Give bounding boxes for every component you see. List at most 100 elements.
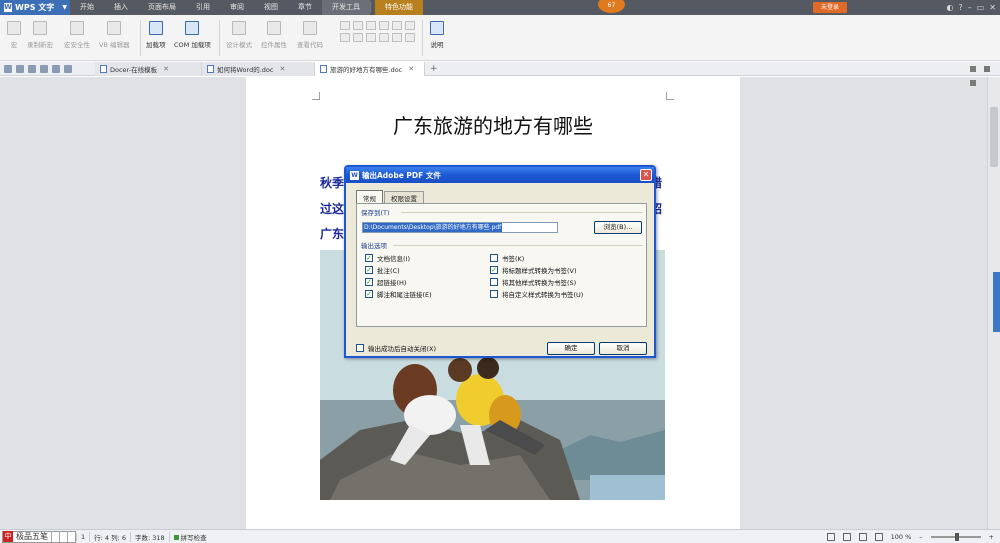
close-tab-icon[interactable]: ✕ [279,65,285,73]
label-control-icon[interactable] [379,33,389,42]
zoom-slider[interactable] [930,532,981,541]
document-tab-bar: Docer-在线模板 ✕ 如何将Word的.doc ✕ 旅游的好地方有哪些.do… [0,61,1000,76]
undo-icon[interactable] [52,64,60,73]
heading-bookmarks-checkbox[interactable]: ✓ 将标题样式转换为书签(V) [490,265,577,275]
ok-button[interactable]: 确定 [547,342,595,355]
close-icon[interactable]: ✕ [989,3,996,12]
doc-info-checkbox[interactable]: ✓ 文档信息(I) [365,253,410,263]
tab-word-doc[interactable]: 如何将Word的.doc ✕ [202,61,315,76]
record-icon [33,21,47,35]
auto-close-checkbox[interactable]: 输出成功后自动关闭(X) [356,343,436,353]
list-control-icon[interactable] [340,33,350,42]
scroll-control-icon[interactable] [392,33,402,42]
zoom-in-icon[interactable]: + [989,533,994,541]
minimize-icon[interactable]: – [968,3,972,12]
ime-name: 极品五笔 [16,532,48,541]
outline-view-icon[interactable] [858,532,867,541]
panel-toggle-icon[interactable] [970,66,976,72]
help-doc-button[interactable]: 说明 [430,21,444,49]
view-code-button[interactable]: 查看代码 [297,21,323,49]
web-view-icon[interactable] [874,532,883,541]
save-path-text: D:\Documents\Desktop\旅游的好地方有哪些.pdf [363,223,503,232]
menu-item-home[interactable]: 开始 [70,0,104,15]
browse-button[interactable]: 浏览(B)... [594,221,642,234]
skin-icon[interactable]: ◐ [947,3,954,12]
close-tab-icon[interactable]: ✕ [163,65,169,73]
menu-item-special[interactable]: 特色功能 [375,0,423,15]
addins-button[interactable]: 加载项 [146,21,166,49]
zoom-out-icon[interactable]: – [919,533,922,541]
control-properties-button[interactable]: 控件属性 [261,21,287,49]
dialog-close-button[interactable]: ✕ [640,169,652,181]
maximize-icon[interactable]: ▭ [977,3,985,12]
word-count[interactable]: 字数: 318 [130,531,169,542]
close-tab-icon[interactable]: ✕ [408,65,414,73]
menu-item-insert[interactable]: 插入 [104,0,138,15]
hyperlinks-checkbox[interactable]: ✓ 超链接(H) [365,277,406,287]
menu-item-review[interactable]: 审阅 [220,0,254,15]
menu-item-page-layout[interactable]: 页面布局 [138,0,186,15]
com-gear-icon [185,21,200,35]
dialog-panel: 保存到(T) D:\Documents\Desktop\旅游的好地方有哪些.pd… [356,203,647,327]
footnote-links-checkbox[interactable]: ✓ 脚注和尾注链接(E) [365,289,432,299]
vb-editor-button[interactable]: VB 编辑器 [99,21,129,49]
zoom-level[interactable]: 100 % [891,533,912,541]
record-macro-button[interactable]: 录制新宏 [27,21,53,49]
design-mode-button[interactable]: 设计模式 [226,21,252,49]
scrollbar-thumb[interactable] [990,107,998,167]
zoom-slider-handle[interactable] [954,532,959,541]
page-view-icon[interactable] [842,532,851,541]
com-addins-button[interactable]: COM 加载项 [174,21,211,49]
image-control-icon[interactable] [392,21,402,30]
redo-icon[interactable] [64,64,72,73]
spell-check-toggle[interactable]: 拼写检查 [168,531,211,542]
tab-travel-doc[interactable]: 旅游的好地方有哪些.doc ✕ [315,61,425,76]
radio-control-icon[interactable] [379,21,389,30]
cancel-button[interactable]: 取消 [599,342,647,355]
ime-keyboard-icon[interactable] [67,531,75,542]
comments-checkbox[interactable]: ✓ 批注(C) [365,265,400,275]
side-panel-buttons [970,66,976,86]
level-badge[interactable]: 67 [598,0,625,13]
menu-item-references[interactable]: 引用 [186,0,220,15]
more-controls-icon[interactable] [405,33,415,42]
combo-control-icon[interactable] [353,33,363,42]
tab-docer[interactable]: Docer-在线模板 ✕ [95,61,202,76]
new-tab-icon[interactable]: + [430,64,438,74]
panel-restore-icon[interactable] [970,80,976,86]
ime-toolbar[interactable]: 中 极品五笔 [2,530,76,543]
custom-style-bookmarks-checkbox[interactable]: 将自定义样式转换为书签(U) [490,289,583,299]
save-path-input[interactable]: D:\Documents\Desktop\旅游的好地方有哪些.pdf [362,222,558,233]
checkbox-control-icon[interactable] [340,21,350,30]
fullscreen-view-icon[interactable] [826,532,835,541]
menu-item-chapter[interactable]: 章节 [288,0,322,15]
menu-item-developer[interactable]: 开发工具 [322,0,370,15]
side-task-pane-tab[interactable] [993,272,1000,332]
menu-item-view[interactable]: 视图 [254,0,288,15]
dialog-title: 输出Adobe PDF 文件 [362,170,441,180]
textbox-control-icon[interactable] [353,21,363,30]
macro-security-button[interactable]: 宏安全性 [64,21,90,49]
app-menu-button[interactable]: W WPS 文字 ▼ [0,0,70,15]
frame-control-icon[interactable] [405,21,415,30]
export-pdf-dialog: W 输出Adobe PDF 文件 ✕ 常规 权限设置 保存到(T) D:\Doc… [344,165,656,358]
open-icon[interactable] [4,64,12,73]
macro-button[interactable]: 宏 [7,21,21,49]
tab-general[interactable]: 常规 [356,190,383,204]
group-divider [401,212,643,213]
login-button[interactable]: 未登录 [813,2,848,13]
dialog-title-bar[interactable]: W 输出Adobe PDF 文件 [346,167,654,183]
spin-control-icon[interactable] [366,33,376,42]
button-control-icon[interactable] [366,21,376,30]
bookmarks-checkbox[interactable]: 书签(K) [490,253,524,263]
print-icon[interactable] [28,64,36,73]
tab-restore-icon[interactable] [984,65,990,72]
ime-punct-icon[interactable] [59,531,67,542]
ime-moon-icon[interactable] [51,531,59,542]
title-bar: W WPS 文字 ▼ 开始 插入 页面布局 引用 审阅 视图 章节 开发工具 特… [0,0,1000,15]
preview-icon[interactable] [40,64,48,73]
other-style-bookmarks-checkbox[interactable]: 将其他样式转换为书签(S) [490,277,576,287]
help-icon[interactable]: ? [958,3,962,12]
save-icon[interactable] [16,64,24,73]
margin-mark [666,92,674,100]
